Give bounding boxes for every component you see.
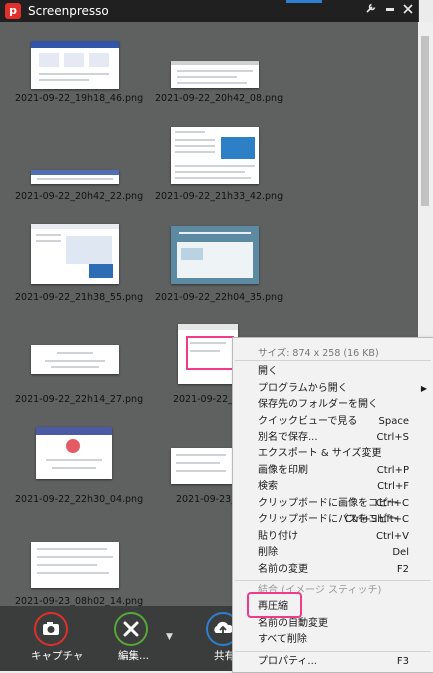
image-size-info: サイズ: 874 x 258 (16 KB) <box>258 348 379 359</box>
submenu-arrow-icon: ▶ <box>420 384 427 393</box>
thumbnail-filename: 2021-09-22_20h42_08.png <box>155 93 284 104</box>
menu-item-open-with[interactable]: プログラムから開く ▶ <box>233 380 433 397</box>
thumbnail-6[interactable] <box>171 226 259 284</box>
menu-separator <box>235 360 431 361</box>
thumbnail-9[interactable] <box>36 427 112 479</box>
capture-button[interactable]: キャプチャ <box>18 606 83 671</box>
thumbnail-5[interactable] <box>31 224 119 284</box>
thumbnail-3[interactable] <box>31 170 119 184</box>
minimize-icon[interactable] <box>381 2 399 20</box>
menu-item-open[interactable]: 開く <box>233 363 433 380</box>
edit-button[interactable]: 編集... <box>98 606 158 671</box>
menu-item-properties[interactable]: プロパティ... F3 <box>233 653 433 670</box>
menu-item-export[interactable]: エクスポート & サイズ変更 <box>233 445 433 462</box>
scrollbar-thumb[interactable] <box>421 36 429 206</box>
menu-separator <box>235 651 431 652</box>
menu-item-print[interactable]: 画像を印刷 Ctrl+P <box>233 462 433 479</box>
tools-icon <box>114 612 148 646</box>
recompress-highlight <box>247 592 302 618</box>
thumbnail-4[interactable] <box>171 127 259 184</box>
thumbnail-2[interactable] <box>171 61 259 88</box>
menu-item-search[interactable]: 検索 Ctrl+F <box>233 478 433 495</box>
menu-item-delete[interactable]: 削除 Del <box>233 544 433 561</box>
menu-item-copy-path[interactable]: クリップボードにパスをコピー Ctrl+Shift+C <box>233 511 433 528</box>
camera-icon <box>34 612 68 646</box>
menu-item-open-folder[interactable]: 保存先のフォルダーを開く <box>233 396 433 413</box>
menu-separator <box>235 580 431 581</box>
close-icon[interactable] <box>399 2 417 20</box>
menu-item-quick-view[interactable]: クイックビューで見る Space <box>233 413 433 430</box>
thumbnail-filename: 2021-09-22_22h04_35.png <box>155 292 284 303</box>
thumbnail-filename: 2021-09-22_22h14_27.png <box>15 394 144 405</box>
menu-item-save-as[interactable]: 別名で保存... Ctrl+S <box>233 429 433 446</box>
app-title: Screenpresso <box>28 4 109 18</box>
title-bar: p Screenpresso <box>0 0 418 22</box>
thumbnail-1[interactable] <box>31 41 119 89</box>
triangle-down-icon[interactable]: ▼ <box>166 632 173 642</box>
thumbnail-filename: 2021-09-22_21h38_55.png <box>15 292 144 303</box>
thumbnail-8[interactable] <box>178 324 238 384</box>
menu-item-copy-image[interactable]: クリップボードに画像をコピー Ctrl+C <box>233 495 433 512</box>
context-menu: サイズ: 874 x 258 (16 KB) 開く プログラムから開く ▶ 保存先… <box>232 337 433 673</box>
thumbnail-11[interactable] <box>31 542 119 588</box>
window-edge-indicator <box>286 0 322 3</box>
thumbnail-filename: 2021-09-22_19h18_46.png <box>15 93 144 104</box>
thumbnail-filename: 2021-09-22_22h30_04.png <box>15 494 144 505</box>
thumbnail-10[interactable] <box>171 448 233 484</box>
app-logo-icon: p <box>5 3 21 19</box>
menu-item-delete-all[interactable]: すべて削除 <box>233 631 433 648</box>
thumbnail-filename: 2021-09-22_20h42_22.png <box>15 191 144 202</box>
thumbnail-7[interactable] <box>31 345 119 374</box>
menu-item-rename[interactable]: 名前の変更 F2 <box>233 561 433 578</box>
thumbnail-filename: 2021-09-22_21h33_42.png <box>155 191 284 202</box>
wrench-icon[interactable] <box>362 2 380 20</box>
menu-item-paste[interactable]: 貼り付け Ctrl+V <box>233 528 433 545</box>
